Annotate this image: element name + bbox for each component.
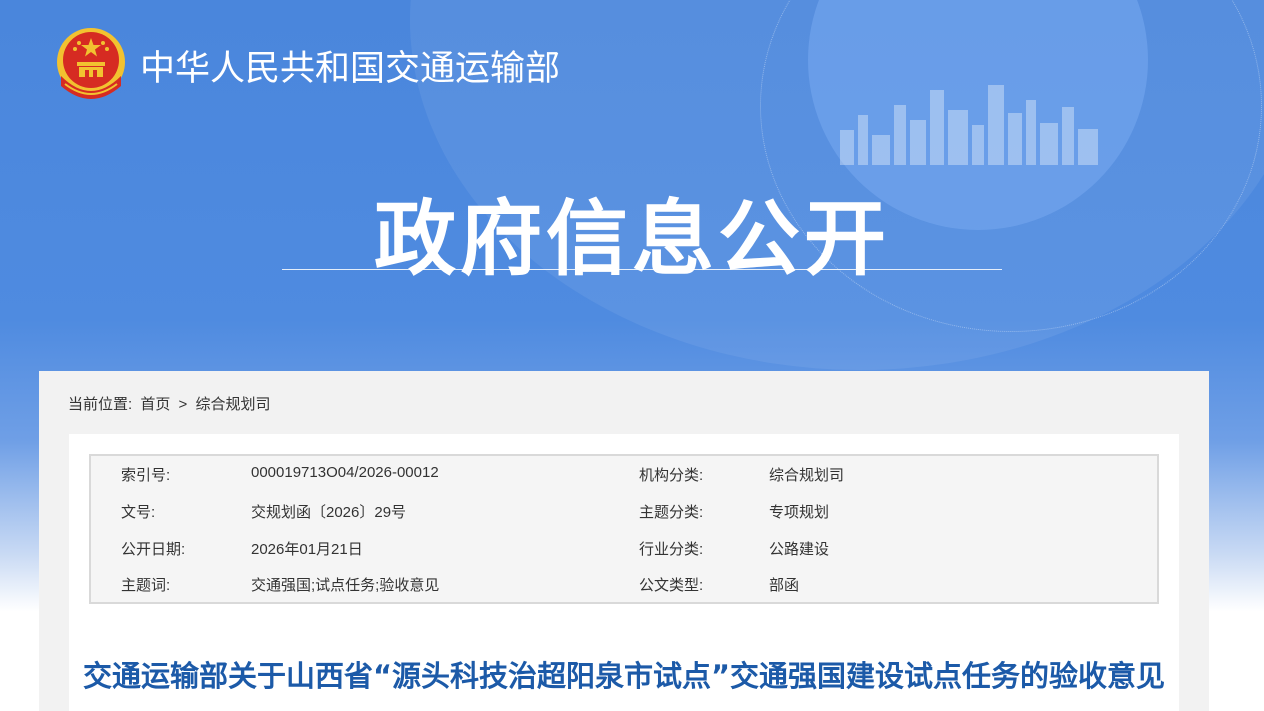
meta-value: 交通强国;试点任务;验收意见 bbox=[251, 577, 440, 594]
breadcrumb-label: 当前位置: bbox=[68, 396, 133, 413]
meta-value: 2026年01月21日 bbox=[251, 541, 363, 558]
meta-key: 机构分类: bbox=[639, 467, 704, 484]
meta-key: 索引号: bbox=[121, 467, 171, 484]
meta-value: 综合规划司 bbox=[769, 467, 845, 484]
breadcrumb-current-link[interactable]: 综合规划司 bbox=[195, 396, 270, 413]
city-skyline-icon bbox=[840, 85, 1098, 165]
breadcrumb-home-link[interactable]: 首页 bbox=[140, 396, 170, 413]
meta-row: 文号: 交规划函〔2026〕29号 主题分类: 专项规划 bbox=[91, 501, 1157, 531]
site-title[interactable]: 中华人民共和国交通运输部 bbox=[140, 40, 560, 91]
document-meta-table: 索引号: 000019713O04/2026-00012 机构分类: 综合规划司… bbox=[89, 454, 1159, 604]
breadcrumb-separator: > bbox=[178, 396, 188, 413]
meta-value: 专项规划 bbox=[769, 504, 830, 521]
meta-key: 公开日期: bbox=[121, 541, 186, 558]
meta-row: 主题词: 交通强国;试点任务;验收意见 公文类型: 部函 bbox=[91, 574, 1157, 604]
meta-value: 交规划函〔2026〕29号 bbox=[251, 504, 407, 521]
meta-value: 公路建设 bbox=[769, 541, 830, 558]
content-panel: 当前位置: 首页 > 综合规划司 索引号: 000019713O04/2026-… bbox=[39, 371, 1209, 711]
document-title: 交通运输部关于山西省“源头科技治超阳泉市试点”交通强国建设试点任务的验收意见 bbox=[82, 659, 1166, 693]
meta-key: 公文类型: bbox=[639, 577, 704, 594]
meta-value: 部函 bbox=[769, 577, 800, 594]
meta-key: 文号: bbox=[121, 504, 156, 521]
section-title: 政府信息公开 bbox=[373, 192, 890, 287]
meta-key: 主题词: bbox=[121, 577, 171, 594]
meta-row: 公开日期: 2026年01月21日 行业分类: 公路建设 bbox=[91, 538, 1157, 568]
title-divider bbox=[282, 269, 1002, 270]
breadcrumb: 当前位置: 首页 > 综合规划司 bbox=[68, 393, 274, 414]
national-emblem-icon bbox=[57, 28, 125, 99]
meta-value: 000019713O04/2026-00012 bbox=[251, 464, 439, 481]
meta-key: 行业分类: bbox=[639, 541, 704, 558]
meta-row: 索引号: 000019713O04/2026-00012 机构分类: 综合规划司 bbox=[91, 464, 1157, 494]
document-card: 索引号: 000019713O04/2026-00012 机构分类: 综合规划司… bbox=[69, 434, 1179, 711]
meta-key: 主题分类: bbox=[639, 504, 704, 521]
